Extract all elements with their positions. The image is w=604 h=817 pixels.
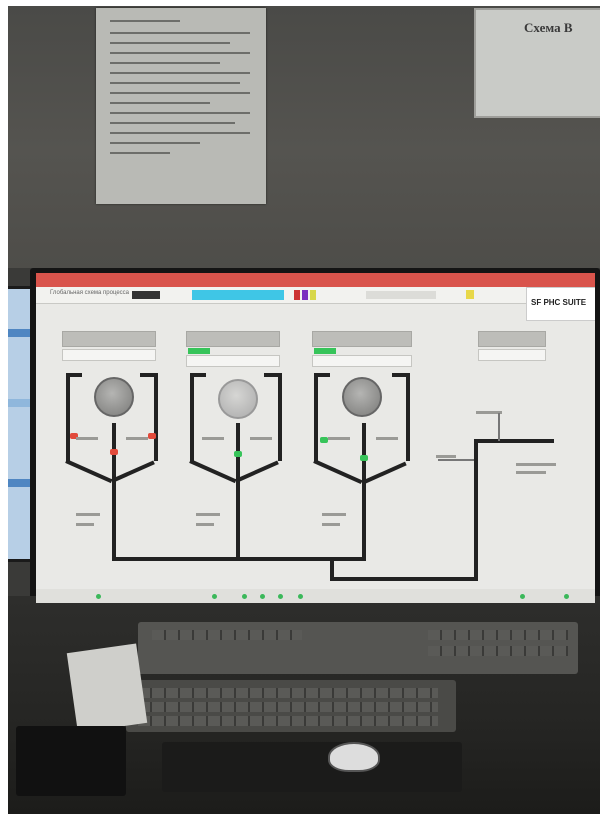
hmi-titlebar bbox=[36, 273, 595, 287]
main-pipe bbox=[474, 441, 478, 581]
valve-icon[interactable] bbox=[234, 451, 242, 457]
status-tag bbox=[188, 348, 210, 354]
valve-icon[interactable] bbox=[110, 449, 118, 455]
tank-wall bbox=[66, 373, 70, 461]
tank-stem bbox=[112, 423, 116, 559]
status-tag bbox=[314, 348, 336, 354]
tank-cone bbox=[189, 459, 237, 484]
tank-wall bbox=[278, 373, 282, 461]
toolbar-field[interactable] bbox=[366, 291, 436, 299]
status-dot-icon bbox=[298, 594, 303, 599]
tank-cone bbox=[313, 459, 363, 484]
wall: Схема В bbox=[8, 6, 600, 268]
toolbar-alarm-icon[interactable] bbox=[466, 290, 474, 299]
tank-rim bbox=[264, 373, 282, 377]
valve-icon[interactable] bbox=[320, 437, 328, 443]
valve-icon[interactable] bbox=[360, 455, 368, 461]
valve-icon[interactable] bbox=[148, 433, 156, 439]
main-pipe bbox=[474, 439, 554, 443]
brand-text: SF PHC SUITE bbox=[531, 298, 587, 307]
main-pipe bbox=[330, 577, 476, 581]
wall-sign: Схема В bbox=[474, 8, 600, 118]
vessel-icon[interactable] bbox=[342, 377, 382, 417]
desk-paper bbox=[66, 643, 148, 733]
keyboard-tray bbox=[162, 742, 462, 792]
tank-rim bbox=[140, 373, 158, 377]
panel-header bbox=[62, 331, 156, 347]
toolbar-button[interactable] bbox=[132, 291, 160, 299]
main-pipe bbox=[112, 557, 366, 561]
status-dot-icon bbox=[564, 594, 569, 599]
toolbar-flag-icon bbox=[310, 290, 316, 300]
main-pipe bbox=[330, 557, 334, 579]
hmi-screen: Глобальная схема процесса SF PHC SUITE bbox=[36, 273, 595, 603]
panel-subheader bbox=[186, 355, 280, 367]
mouse bbox=[328, 742, 380, 772]
tank-cone bbox=[235, 460, 279, 483]
hmi-toolbar: Глобальная схема процесса bbox=[36, 287, 595, 304]
tank-stem bbox=[236, 423, 240, 559]
panel-subheader bbox=[312, 355, 412, 367]
branch-pipe bbox=[438, 459, 474, 461]
hmi-statusbar bbox=[36, 589, 595, 603]
vessel-icon[interactable] bbox=[94, 377, 134, 417]
tank-rim bbox=[314, 373, 330, 377]
status-dot-icon bbox=[260, 594, 265, 599]
tank-rim bbox=[66, 373, 82, 377]
wall-sign-text: Схема В bbox=[524, 20, 573, 35]
vessel-icon[interactable] bbox=[218, 379, 258, 419]
status-dot-icon bbox=[96, 594, 101, 599]
hmi-window-title: Глобальная схема процесса bbox=[50, 290, 130, 296]
status-dot-icon bbox=[212, 594, 217, 599]
brand-logo: SF PHC SUITE bbox=[526, 287, 595, 321]
tank-rim bbox=[190, 373, 206, 377]
branch-pipe bbox=[498, 413, 500, 441]
keyboard bbox=[126, 680, 456, 732]
tank-wall bbox=[190, 373, 194, 461]
control-panel bbox=[138, 622, 578, 674]
toolbar-status-bar bbox=[192, 290, 284, 300]
toolbar-flag-icon bbox=[294, 290, 300, 300]
tank-stem bbox=[362, 423, 366, 559]
status-dot-icon bbox=[520, 594, 525, 599]
status-dot-icon bbox=[278, 594, 283, 599]
toolbar-flag-icon bbox=[302, 290, 308, 300]
panel-header bbox=[312, 331, 412, 347]
tank-cone bbox=[361, 461, 407, 485]
panel-header bbox=[186, 331, 280, 347]
tank-wall bbox=[314, 373, 318, 461]
status-dot-icon bbox=[242, 594, 247, 599]
tank-rim bbox=[392, 373, 410, 377]
wall-poster bbox=[96, 8, 266, 204]
tank-wall bbox=[406, 373, 410, 461]
panel-header bbox=[478, 331, 546, 347]
desk bbox=[8, 596, 600, 814]
desk-phone bbox=[16, 726, 126, 796]
tank-wall bbox=[154, 373, 158, 461]
tank-cone bbox=[111, 460, 155, 483]
tank-cone bbox=[65, 459, 113, 484]
panel-subheader bbox=[478, 349, 546, 361]
panel-subheader bbox=[62, 349, 156, 361]
